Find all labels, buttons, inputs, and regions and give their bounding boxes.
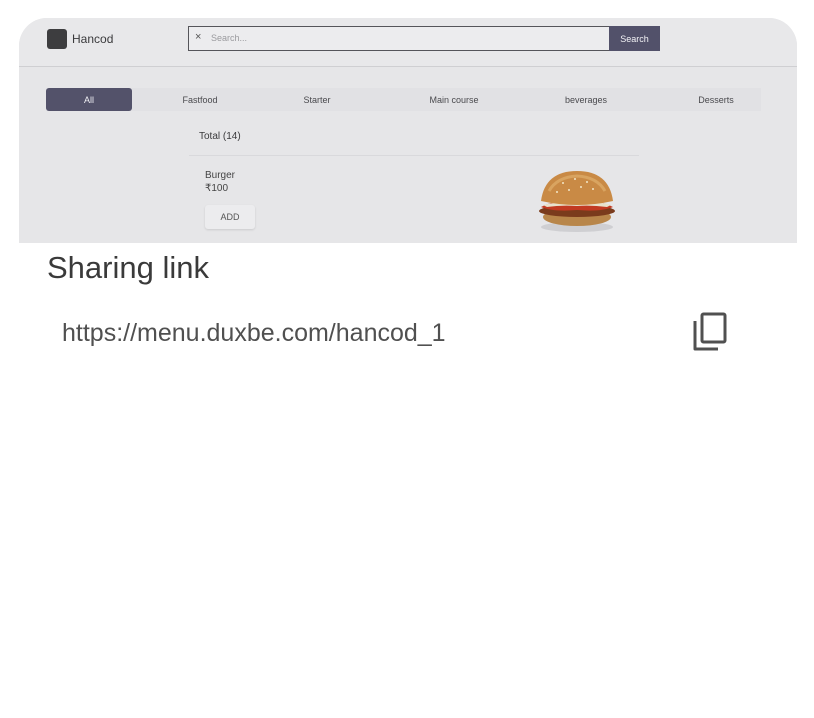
burger-image	[539, 171, 615, 232]
total-count: Total (14)	[199, 131, 241, 142]
search-button[interactable]: Search	[609, 26, 660, 51]
clear-icon[interactable]: ×	[195, 31, 201, 43]
add-button[interactable]: ADD	[205, 205, 255, 229]
divider	[189, 155, 639, 156]
menu-preview: Hancod × Search... Search All Fastfood S…	[19, 18, 797, 243]
share-dialog: Hancod × Search... Search All Fastfood S…	[19, 18, 797, 710]
search-placeholder: Search...	[211, 33, 248, 43]
logo-icon	[47, 29, 67, 49]
share-url[interactable]: https://menu.duxbe.com/hancod_1	[62, 319, 446, 348]
share-title: Sharing link	[47, 250, 209, 285]
search-bar: × Search... Search	[188, 26, 660, 51]
tab-all[interactable]: All	[46, 88, 132, 111]
item-name: Burger	[205, 170, 236, 181]
brand-name: Hancod	[72, 32, 114, 46]
tab-beverages[interactable]: beverages	[546, 88, 626, 111]
preview-header: Hancod × Search... Search	[19, 18, 797, 67]
tab-starter[interactable]: Starter	[282, 88, 352, 111]
search-input[interactable]: × Search...	[188, 26, 609, 51]
item-price: ₹100	[205, 183, 229, 194]
tab-main-course[interactable]: Main course	[409, 88, 499, 111]
tab-fastfood[interactable]: Fastfood	[160, 88, 240, 111]
copy-button[interactable]	[688, 310, 732, 354]
copy-icon	[693, 312, 727, 351]
category-tabs: All Fastfood Starter Main course beverag…	[46, 88, 761, 111]
tab-desserts[interactable]: Desserts	[676, 88, 756, 111]
